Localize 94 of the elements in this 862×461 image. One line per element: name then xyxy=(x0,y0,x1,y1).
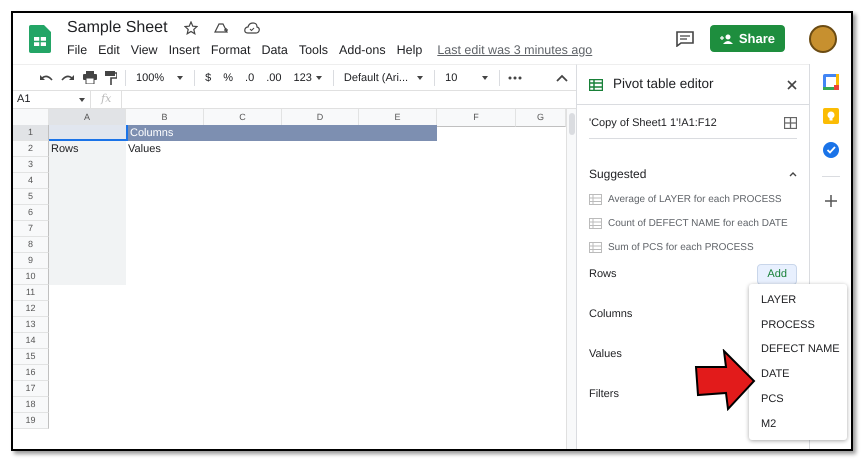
add-button[interactable]: Add xyxy=(757,264,797,285)
drive-add-icon[interactable] xyxy=(214,20,228,35)
menu-item[interactable]: Edit xyxy=(98,40,120,60)
suggestion-item[interactable]: Count of DEFECT NAME for each DATE xyxy=(608,216,788,230)
section-label: Values xyxy=(589,347,622,362)
person-add-icon xyxy=(720,34,733,44)
row-header[interactable]: 7 xyxy=(13,221,49,237)
plus-icon[interactable] xyxy=(824,195,836,207)
caret-icon xyxy=(481,74,490,82)
row-header[interactable]: 9 xyxy=(13,253,49,269)
pointer-arrow xyxy=(694,349,756,411)
table-icon xyxy=(589,242,602,252)
row-header[interactable]: 2 xyxy=(13,141,49,157)
menu-item[interactable]: M2 xyxy=(749,412,847,436)
name-box[interactable]: A1 xyxy=(13,91,91,108)
row-header[interactable]: 19 xyxy=(13,413,49,429)
section-label: Columns xyxy=(589,307,632,322)
table-cell[interactable]: Values xyxy=(126,141,204,157)
menu-item[interactable]: Data xyxy=(261,40,288,60)
collapse-icon[interactable] xyxy=(556,74,568,82)
cloud-icon[interactable] xyxy=(244,22,260,34)
menu-item[interactable]: Help xyxy=(396,40,422,60)
row-header[interactable]: 6 xyxy=(13,205,49,221)
row-header[interactable]: 14 xyxy=(13,333,49,349)
more-icon[interactable] xyxy=(508,76,522,80)
caret-icon xyxy=(78,96,86,104)
section-label: Filters xyxy=(589,387,619,402)
row-header[interactable]: 17 xyxy=(13,381,49,397)
redo-icon[interactable] xyxy=(61,72,75,82)
menu-item[interactable]: LAYER xyxy=(749,288,847,313)
menu-item[interactable]: View xyxy=(130,40,158,60)
row-header[interactable]: 11 xyxy=(13,285,49,301)
column-header[interactable]: F xyxy=(437,109,516,127)
panel-title: Pivot table editor xyxy=(613,75,714,94)
row-header[interactable]: 5 xyxy=(13,189,49,205)
last-edit-link[interactable]: Last edit was 3 minutes ago xyxy=(437,40,592,60)
row-header[interactable]: 18 xyxy=(13,397,49,413)
document-title[interactable]: Sample Sheet xyxy=(67,18,168,38)
close-icon[interactable] xyxy=(787,80,797,90)
table-icon xyxy=(589,218,602,228)
sheets-logo-icon xyxy=(29,24,51,52)
undo-icon[interactable] xyxy=(39,72,53,82)
row-header[interactable]: 12 xyxy=(13,301,49,317)
formula-label: fx xyxy=(91,91,122,108)
menu-item[interactable]: Insert xyxy=(168,40,200,60)
suggestion-item[interactable]: Sum of PCS for each PROCESS xyxy=(608,240,754,254)
font-dropdown[interactable]: Default (Ari... xyxy=(342,70,426,84)
row-header[interactable]: 15 xyxy=(13,349,49,365)
vertical-scrollbar[interactable] xyxy=(566,109,576,449)
increase-decimals-button[interactable]: .00 xyxy=(264,70,284,84)
table-cell[interactable]: Rows xyxy=(49,141,126,157)
row-header[interactable]: 10 xyxy=(13,269,49,285)
row-header[interactable]: 1 xyxy=(13,125,49,141)
percent-button[interactable]: % xyxy=(221,70,236,84)
star-icon[interactable] xyxy=(184,20,198,35)
menu-item[interactable]: Tools xyxy=(298,40,328,60)
row-header[interactable]: 4 xyxy=(13,173,49,189)
grid-select-icon[interactable] xyxy=(784,117,797,130)
column-header[interactable]: G xyxy=(516,109,566,127)
menu-item[interactable]: PCS xyxy=(749,386,847,412)
number-format-dropdown[interactable]: 123 xyxy=(292,70,325,84)
menu-item[interactable]: Format xyxy=(210,40,250,60)
row-header[interactable]: 3 xyxy=(13,157,49,173)
calendar-icon[interactable] xyxy=(822,74,838,90)
menu-item[interactable]: DATE xyxy=(749,362,847,387)
table-cell[interactable] xyxy=(49,269,126,285)
font-size-dropdown[interactable]: 10 xyxy=(443,70,492,84)
row-header[interactable]: 8 xyxy=(13,237,49,253)
range-field[interactable]: 'Copy of Sheet1 1'!A1:F12 xyxy=(589,115,717,132)
collapse-icon[interactable] xyxy=(789,170,797,176)
decrease-decimals-button[interactable]: .0 xyxy=(243,70,256,84)
zoom-dropdown[interactable]: 100% xyxy=(134,70,186,84)
table-icon xyxy=(589,194,602,204)
caret-icon xyxy=(314,74,323,82)
table-icon xyxy=(589,78,603,90)
comment-icon[interactable] xyxy=(676,30,694,46)
check-circle-icon[interactable] xyxy=(822,142,838,158)
suggestion-item[interactable]: Average of LAYER for each PROCESS xyxy=(608,192,782,206)
row-header[interactable]: 16 xyxy=(13,365,49,381)
avatar[interactable] xyxy=(809,24,837,52)
section-label: Rows xyxy=(589,267,617,282)
share-button[interactable]: Share xyxy=(710,24,785,52)
print-icon[interactable] xyxy=(83,71,97,84)
paint-format-icon[interactable] xyxy=(105,70,117,84)
menu-item[interactable]: DEFECT NAME xyxy=(749,337,847,362)
menu-item[interactable]: File xyxy=(67,40,88,60)
caret-icon xyxy=(176,74,184,82)
menu-item[interactable]: PROCESS xyxy=(749,312,847,338)
table-cell[interactable] xyxy=(49,125,126,141)
section-heading: Suggested xyxy=(589,166,646,182)
currency-button[interactable]: $ xyxy=(203,70,214,84)
menu-item[interactable]: Add-ons xyxy=(339,40,386,60)
row-header[interactable]: 13 xyxy=(13,317,49,333)
caret-icon xyxy=(416,74,424,82)
